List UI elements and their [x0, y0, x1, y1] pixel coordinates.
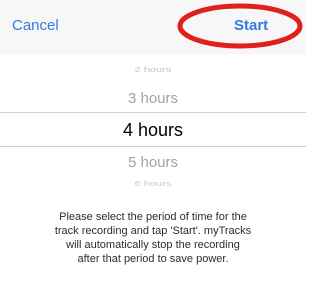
instructions-text: Please select the period of time for the… [54, 211, 252, 265]
picker-option[interactable]: 2 hours [0, 66, 306, 74]
red-highlight-ellipse [177, 3, 303, 49]
picker-option[interactable]: 3 hours [0, 90, 306, 107]
selection-divider-top [0, 112, 306, 113]
cancel-button[interactable]: Cancel [12, 17, 59, 34]
picker-selected-option[interactable]: 4 hours [0, 120, 306, 141]
picker-option[interactable]: 6 hours [0, 180, 306, 188]
duration-picker[interactable]: 2 hours 3 hours 4 hours 5 hours 6 hours [0, 54, 306, 194]
selection-divider-bottom [0, 146, 306, 147]
picker-option[interactable]: 5 hours [0, 154, 306, 171]
